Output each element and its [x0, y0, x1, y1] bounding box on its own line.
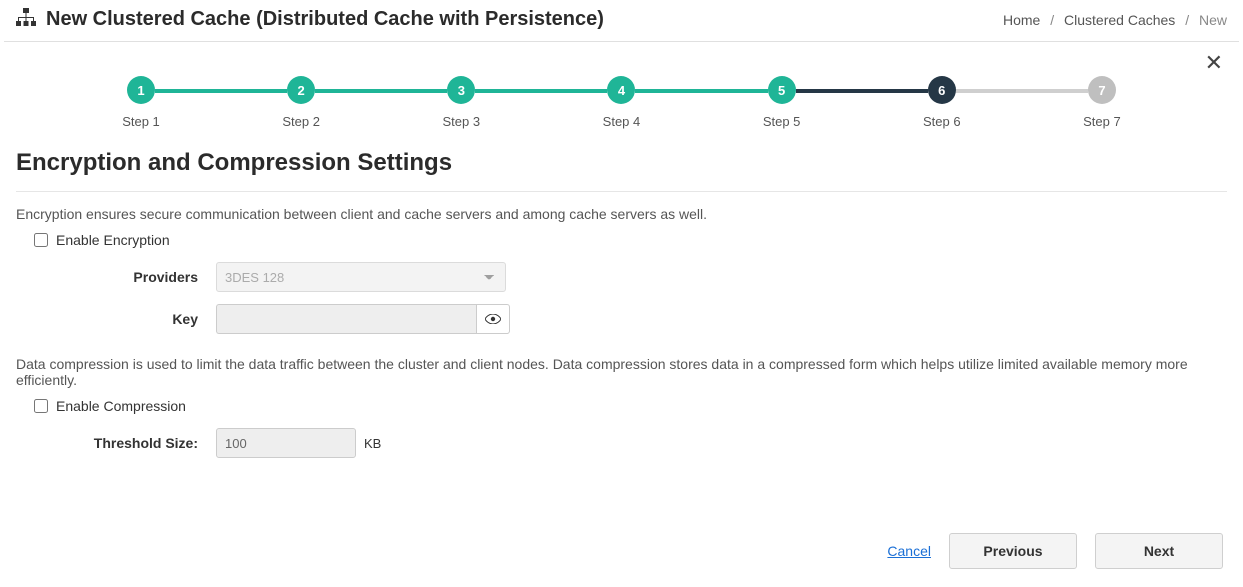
step-circle: 3 [447, 76, 475, 104]
breadcrumb: Home / Clustered Caches / New [1003, 12, 1227, 28]
wizard-panel: ✕ 1Step 12Step 23Step 34Step 45Step 56St… [4, 41, 1239, 581]
step-circle: 7 [1088, 76, 1116, 104]
step-connector [635, 89, 768, 93]
step-connector [956, 89, 1088, 93]
step-label: Step 6 [923, 114, 961, 129]
threshold-label: Threshold Size: [16, 435, 216, 451]
step-circle: 4 [607, 76, 635, 104]
threshold-row: Threshold Size: KB [16, 428, 1227, 458]
breadcrumb-home[interactable]: Home [1003, 12, 1040, 28]
step-7[interactable]: 7Step 7 [1087, 76, 1117, 129]
providers-select[interactable]: 3DES 128 [216, 262, 506, 292]
key-row: Key [16, 304, 1227, 334]
threshold-unit: KB [364, 436, 381, 451]
threshold-input[interactable] [216, 428, 356, 458]
step-label: Step 7 [1083, 114, 1121, 129]
step-2[interactable]: 2Step 2 [286, 76, 316, 129]
step-label: Step 2 [282, 114, 320, 129]
cancel-link[interactable]: Cancel [887, 543, 931, 559]
step-connector [796, 89, 928, 93]
step-circle: 6 [928, 76, 956, 104]
step-label: Step 4 [603, 114, 641, 129]
step-connector [155, 89, 287, 93]
providers-row: Providers 3DES 128 [16, 262, 1227, 292]
step-connector [315, 89, 447, 93]
step-4[interactable]: 4Step 4 [606, 76, 636, 129]
section-title: Encryption and Compression Settings [16, 149, 1227, 177]
breadcrumb-sep: / [1050, 12, 1054, 28]
breadcrumb-clustered-caches[interactable]: Clustered Caches [1064, 12, 1175, 28]
wizard-footer: Cancel Previous Next [887, 533, 1223, 569]
page-title: New Clustered Cache (Distributed Cache w… [46, 8, 604, 31]
eye-icon [485, 312, 501, 327]
step-label: Step 3 [443, 114, 481, 129]
enable-compression-checkbox[interactable] [34, 399, 48, 413]
enable-encryption-label: Enable Encryption [56, 232, 170, 248]
encryption-description: Encryption ensures secure communication … [16, 206, 1227, 222]
next-button[interactable]: Next [1095, 533, 1223, 569]
step-label: Step 5 [763, 114, 801, 129]
stepper: 1Step 12Step 23Step 34Step 45Step 56Step… [126, 76, 1117, 129]
key-label: Key [16, 311, 216, 327]
key-input-group [216, 304, 510, 334]
close-icon[interactable]: ✕ [1205, 52, 1223, 74]
previous-button[interactable]: Previous [949, 533, 1077, 569]
breadcrumb-current: New [1199, 12, 1227, 28]
enable-compression-label: Enable Compression [56, 398, 186, 414]
step-3[interactable]: 3Step 3 [446, 76, 476, 129]
step-circle: 2 [287, 76, 315, 104]
enable-encryption-row[interactable]: Enable Encryption [34, 232, 1227, 248]
step-circle: 1 [127, 76, 155, 104]
reveal-key-button[interactable] [476, 304, 510, 334]
enable-encryption-checkbox[interactable] [34, 233, 48, 247]
sitemap-icon [16, 8, 36, 31]
divider [16, 191, 1227, 192]
key-input[interactable] [216, 304, 476, 334]
header-left: New Clustered Cache (Distributed Cache w… [16, 8, 604, 31]
breadcrumb-sep: / [1185, 12, 1189, 28]
step-5[interactable]: 5Step 5 [767, 76, 797, 129]
step-connector [475, 89, 607, 93]
step-1[interactable]: 1Step 1 [126, 76, 156, 129]
step-6[interactable]: 6Step 6 [927, 76, 957, 129]
step-circle: 5 [768, 76, 796, 104]
page-header: New Clustered Cache (Distributed Cache w… [0, 0, 1243, 41]
compression-description: Data compression is used to limit the da… [16, 356, 1227, 388]
step-label: Step 1 [122, 114, 160, 129]
enable-compression-row[interactable]: Enable Compression [34, 398, 1227, 414]
providers-label: Providers [16, 269, 216, 285]
